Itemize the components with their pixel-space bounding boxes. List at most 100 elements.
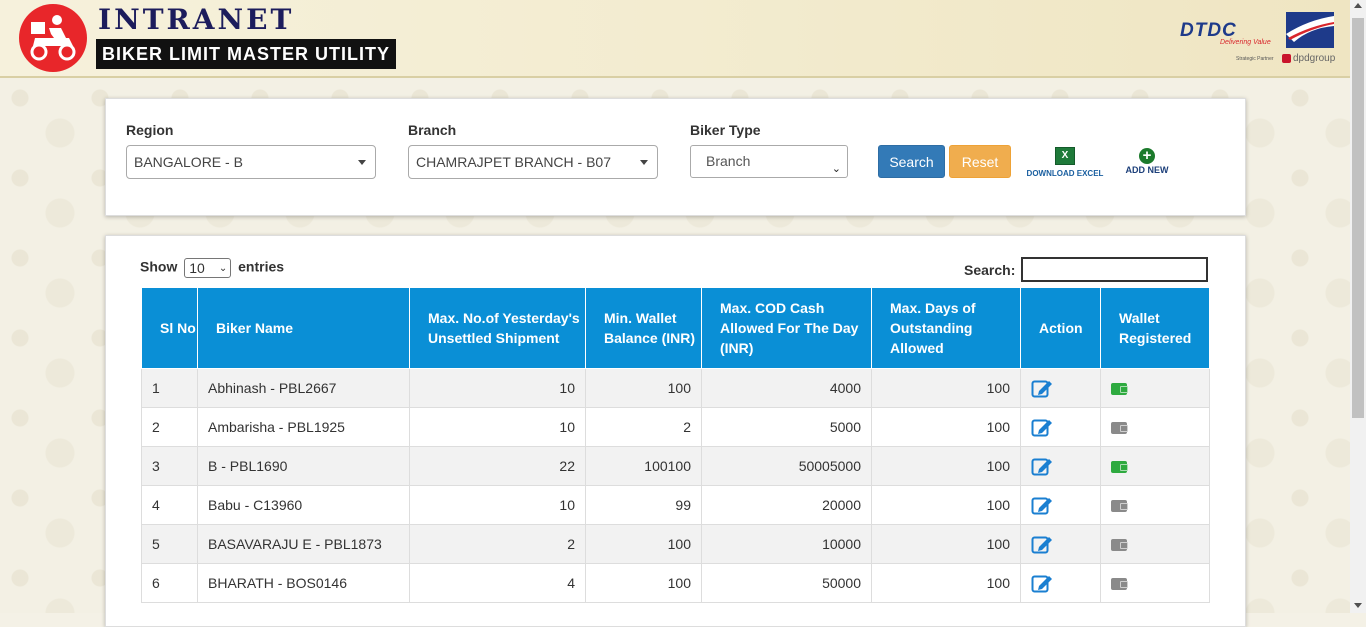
dtdc-flag-icon: [1286, 12, 1334, 48]
filter-panel: Region BANGALORE - B Branch CHAMRAJPET B…: [105, 98, 1246, 216]
cell-max-cod-cash: 50005000: [701, 446, 872, 486]
col-max-days-outstanding[interactable]: Max. Days of Outstanding Allowed: [871, 287, 1021, 369]
cell-max-days-outstanding: 100: [871, 446, 1021, 486]
cell-unsettled-shipment: 10: [409, 407, 586, 447]
cell-wallet-registered: [1100, 446, 1210, 486]
cell-sl-no: 4: [141, 485, 198, 525]
strategic-partner-text: Strategic Partner: [1236, 56, 1274, 62]
biker-table: Sl No Biker Name Max. No.of Yesterday's …: [141, 287, 1210, 603]
branch-select[interactable]: CHAMRAJPET BRANCH - B07: [408, 145, 658, 179]
excel-icon: X: [1055, 147, 1075, 165]
add-new-button[interactable]: + ADD NEW: [1121, 148, 1173, 178]
wallet-icon: [1111, 539, 1128, 552]
cell-min-wallet-balance: 99: [585, 485, 702, 525]
dpdgroup-logo: dpdgroup: [1282, 53, 1335, 64]
cell-wallet-registered: [1100, 368, 1210, 408]
table-row: 3B - PBL1690 22 100100 50005000 100: [141, 446, 1210, 486]
col-wallet-registered[interactable]: Wallet Registered: [1100, 287, 1210, 369]
app-title: INTRANET: [98, 3, 295, 36]
page-size-select[interactable]: 10 ⌄: [184, 258, 232, 278]
reset-button[interactable]: Reset: [949, 145, 1011, 178]
scrollbar-thumb[interactable]: [1352, 18, 1364, 418]
cell-max-cod-cash: 20000: [701, 485, 872, 525]
cell-max-cod-cash: 4000: [701, 368, 872, 408]
cell-action: [1020, 485, 1101, 525]
cell-unsettled-shipment: 10: [409, 485, 586, 525]
table-row: 1 Abhinash - PBL2667 10 100 4000 100: [141, 368, 1210, 408]
chevron-down-icon: ⌄: [218, 263, 228, 274]
cell-sl-no: 2: [141, 407, 198, 447]
table-row: 6 BHARATH - BOS0146 4 100 50000 100: [141, 563, 1210, 603]
cell-action: [1020, 446, 1101, 486]
cell-max-days-outstanding: 100: [871, 368, 1021, 408]
col-unsettled-shipment[interactable]: Max. No.of Yesterday's Unsettled Shipmen…: [409, 287, 586, 369]
table-row: 5 BASAVARAJU E - PBL1873 2 100 10000 100: [141, 524, 1210, 564]
cell-min-wallet-balance: 2: [585, 407, 702, 447]
cell-max-days-outstanding: 100: [871, 563, 1021, 603]
cell-max-days-outstanding: 100: [871, 524, 1021, 564]
table-row: 2 Ambarisha - PBL1925 10 2 5000 100: [141, 407, 1210, 447]
edit-icon[interactable]: [1031, 573, 1053, 593]
region-label: Region: [126, 122, 174, 138]
biker-type-select[interactable]: Branch ⌄: [690, 145, 848, 178]
cell-wallet-registered: [1100, 563, 1210, 603]
download-excel-button[interactable]: X DOWNLOAD EXCEL: [1025, 145, 1105, 179]
wallet-icon: [1111, 578, 1128, 591]
cell-action: [1020, 563, 1101, 603]
scroll-up-arrow-icon[interactable]: [1354, 3, 1362, 8]
edit-icon[interactable]: [1031, 456, 1053, 476]
download-excel-label: DOWNLOAD EXCEL: [1026, 169, 1104, 178]
dtdc-tagline: Delivering Value: [1220, 39, 1271, 46]
cell-sl-no: 5: [141, 524, 198, 564]
cell-biker-name: BHARATH - BOS0146: [197, 563, 410, 603]
dpd-cube-icon: [1282, 53, 1291, 63]
cell-wallet-registered: [1100, 407, 1210, 447]
col-max-cod-cash[interactable]: Max. COD Cash Allowed For The Day (INR): [701, 287, 872, 369]
cell-min-wallet-balance: 100: [585, 524, 702, 564]
entries-label: entries: [238, 258, 285, 275]
cell-biker-name: Babu - C13960: [197, 485, 410, 525]
wallet-icon: [1111, 500, 1128, 513]
wallet-icon: [1111, 383, 1128, 396]
branch-value: CHAMRAJPET BRANCH - B07: [416, 154, 612, 170]
biker-type-value: Branch: [706, 153, 751, 169]
col-min-wallet-balance[interactable]: Min. Wallet Balance (INR): [585, 287, 702, 369]
col-action[interactable]: Action: [1020, 287, 1101, 369]
table-row: 4 Babu - C13960 10 99 20000 100: [141, 485, 1210, 525]
col-sl-no[interactable]: Sl No: [141, 287, 198, 369]
edit-icon[interactable]: [1031, 417, 1053, 437]
table-search-input[interactable]: [1021, 257, 1208, 282]
edit-icon[interactable]: [1031, 378, 1053, 398]
table-header-row: Sl No Biker Name Max. No.of Yesterday's …: [141, 287, 1210, 369]
col-biker-name[interactable]: Biker Name: [197, 287, 410, 369]
region-select[interactable]: BANGALORE - B: [126, 145, 376, 179]
cell-unsettled-shipment: 4: [409, 563, 586, 603]
show-entries-control: Show 10 ⌄ entries: [140, 258, 284, 278]
wallet-icon: [1111, 461, 1128, 474]
cell-max-cod-cash: 50000: [701, 563, 872, 603]
search-button[interactable]: Search: [878, 145, 945, 178]
cell-unsettled-shipment: 2: [409, 524, 586, 564]
table-panel: Show 10 ⌄ entries Search: Sl No Biker Nam…: [105, 235, 1246, 627]
edit-icon[interactable]: [1031, 534, 1053, 554]
wallet-icon: [1111, 422, 1128, 435]
cell-max-cod-cash: 10000: [701, 524, 872, 564]
cell-min-wallet-balance: 100100: [585, 446, 702, 486]
plus-circle-icon: +: [1139, 148, 1155, 164]
cell-min-wallet-balance: 100: [585, 563, 702, 603]
biker-type-label: Biker Type: [690, 122, 761, 138]
table-search-label: Search:: [964, 262, 1016, 278]
show-label: Show: [140, 258, 178, 275]
cell-max-cod-cash: 5000: [701, 407, 872, 447]
dpdgroup-label: dpdgroup: [1293, 53, 1336, 64]
cell-biker-name: Abhinash - PBL2667: [197, 368, 410, 408]
cell-sl-no: 6: [141, 563, 198, 603]
region-caret-icon: [358, 160, 366, 165]
biker-logo-icon: [19, 4, 87, 72]
edit-icon[interactable]: [1031, 495, 1053, 515]
cell-min-wallet-balance: 100: [585, 368, 702, 408]
scroll-down-arrow-icon[interactable]: [1354, 603, 1362, 608]
cell-action: [1020, 407, 1101, 447]
cell-biker-name: Ambarisha - PBL1925: [197, 407, 410, 447]
cell-sl-no: 1: [141, 368, 198, 408]
